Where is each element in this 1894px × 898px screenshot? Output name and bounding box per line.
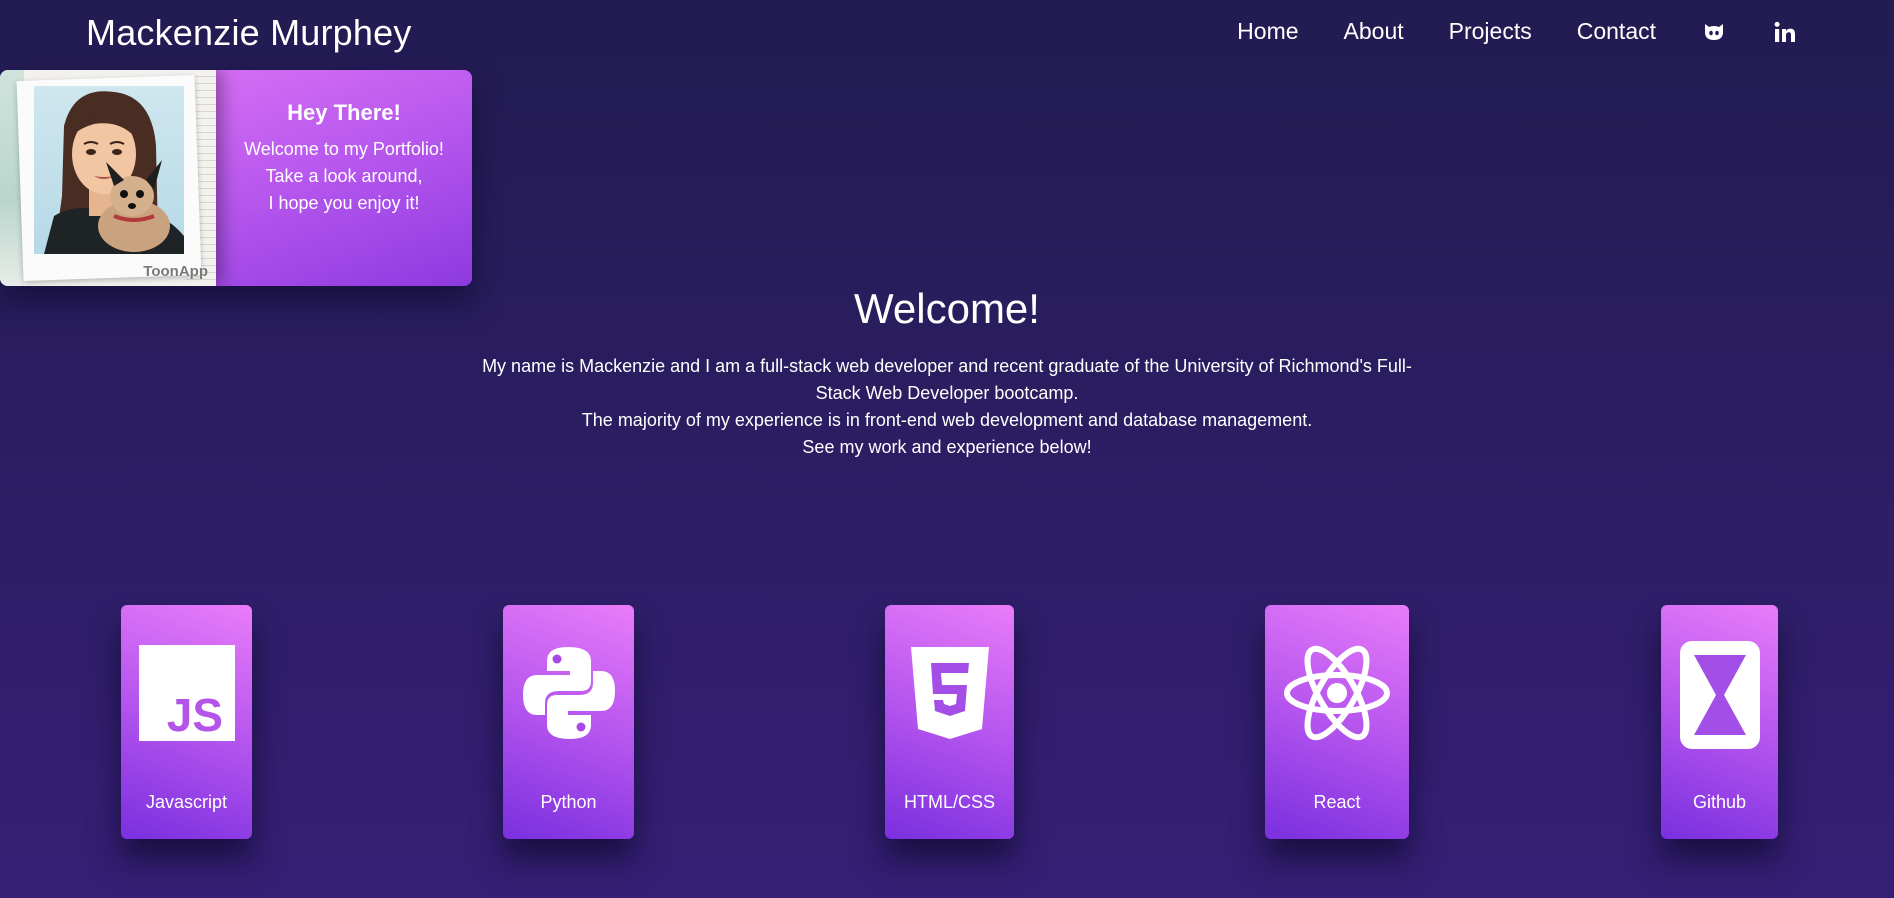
site-title[interactable]: Mackenzie Murphey <box>86 12 412 54</box>
nav-projects-link[interactable]: Projects <box>1449 18 1532 45</box>
skill-card-javascript[interactable]: JS Javascript <box>121 605 252 839</box>
skill-label: HTML/CSS <box>903 792 995 812</box>
github-icon[interactable] <box>1701 19 1727 45</box>
profile-photo: ToonApp <box>0 70 216 286</box>
skill-card-github[interactable]: Github <box>1661 605 1778 839</box>
skill-label: React <box>1313 792 1361 812</box>
skill-label: Github <box>1692 792 1747 812</box>
nav-contact-link[interactable]: Contact <box>1577 18 1656 45</box>
intro-text: Hey There! Welcome to my Portfolio! Take… <box>216 70 472 286</box>
intro-line-1: Welcome to my Portfolio! <box>244 139 444 159</box>
welcome-line-3: See my work and experience below! <box>802 437 1092 457</box>
skill-card-html-css[interactable]: HTML/CSS <box>885 605 1014 839</box>
skill-label: Javascript <box>145 792 228 812</box>
skill-label: Python <box>540 792 597 812</box>
photo-watermark: ToonApp <box>143 263 208 280</box>
intro-line-2: Take a look around, <box>265 166 423 186</box>
intro-heading: Hey There! <box>287 100 401 125</box>
svg-text:JS: JS <box>166 689 222 741</box>
welcome-line-2: The majority of my experience is in fron… <box>581 410 1313 430</box>
welcome-title: Welcome! <box>854 285 1040 332</box>
html5-icon <box>902 645 998 741</box>
intro-card: ToonApp Hey There! Welcome to my Portfol… <box>0 70 472 286</box>
python-icon <box>521 645 617 741</box>
intro-line-3: I hope you enjoy it! <box>268 193 420 213</box>
glitch-icon <box>1678 639 1762 751</box>
linkedin-icon[interactable] <box>1772 19 1798 45</box>
javascript-icon: JS <box>138 645 235 741</box>
welcome-section: Welcome! My name is Mackenzie and I am a… <box>0 285 1894 461</box>
react-icon <box>1282 645 1392 741</box>
nav-about-link[interactable]: About <box>1344 18 1404 45</box>
main-nav: Home About Projects Contact <box>1192 18 1798 45</box>
welcome-line-1: My name is Mackenzie and I am a full-sta… <box>482 356 1412 403</box>
nav-home-link[interactable]: Home <box>1237 18 1298 45</box>
skill-card-react[interactable]: React <box>1265 605 1409 839</box>
skill-card-python[interactable]: Python <box>503 605 634 839</box>
